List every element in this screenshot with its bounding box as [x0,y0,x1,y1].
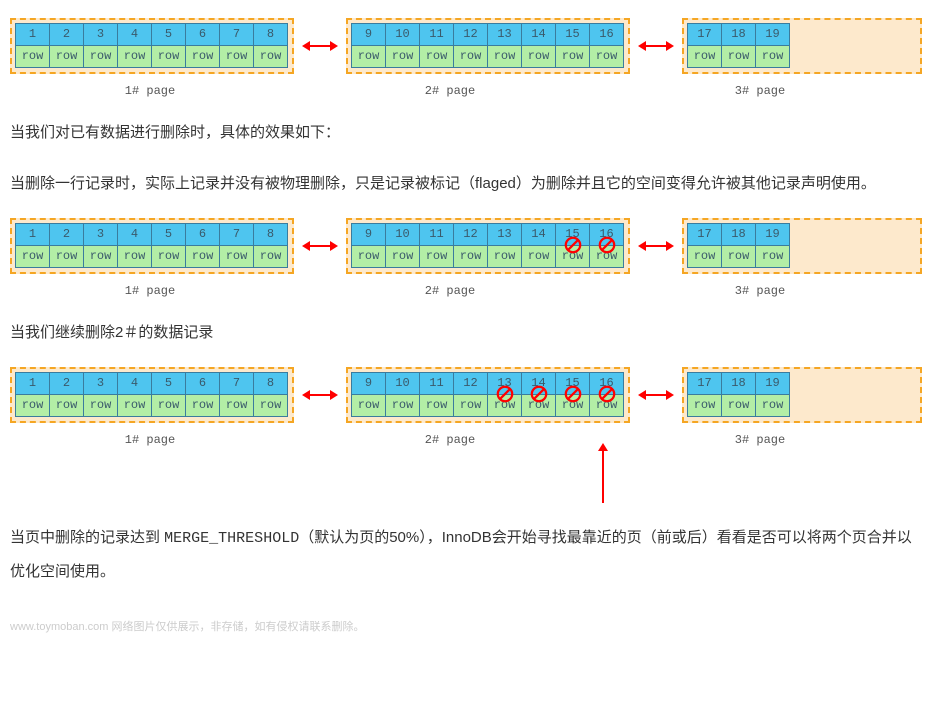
header-cell: 10 [385,23,420,46]
header-cell: 11 [419,23,454,46]
header-cell: 13 [487,23,522,46]
header-cell: 17 [687,23,722,46]
forbidden-icon [530,385,548,403]
empty-space [790,24,920,68]
data-cell: row [219,45,254,68]
data-cell: row [555,45,590,68]
page-2: 9 10 11 12 13 14 15 16 row row row row r… [346,367,630,423]
double-arrow-icon [636,39,676,53]
page-1: 1 2 3 4 5 6 7 8 row row row row row row … [10,18,294,74]
data-cell: row [721,45,756,68]
forbidden-icon [564,385,582,403]
data-cell: row [49,45,84,68]
data-cell: row [755,45,790,68]
header-cell: 14 [521,23,556,46]
forbidden-icon [598,236,616,254]
up-arrow-icon [10,443,730,503]
forbidden-icon [496,385,514,403]
page-3: 17 18 19 row row row [682,367,922,423]
header-cell: 1 [15,23,50,46]
double-arrow-icon [300,39,340,53]
forbidden-icon [564,236,582,254]
page-3: 17 18 19 row row row [682,218,922,274]
header-cell: 4 [117,23,152,46]
data-cell: row [453,45,488,68]
diagram-3: 1 2 3 4 5 6 7 8 row row row row row row … [10,367,923,423]
paragraph: 当我们对已有数据进行删除时，具体的效果如下： [10,116,923,149]
page-2: 9 10 11 12 13 14 15 16 row row row row r… [346,18,630,74]
data-cell: row [385,45,420,68]
page-label: 2# page [290,84,610,98]
header-cell: 3 [83,23,118,46]
header-cell: 8 [253,23,288,46]
data-cell: row [117,45,152,68]
data-cell: row [351,45,386,68]
data-cell: row [15,45,50,68]
empty-space [790,224,920,268]
forbidden-icon [598,385,616,403]
page-label: 3# page [610,84,910,98]
header-cell: 19 [755,23,790,46]
data-cell: row [419,45,454,68]
double-arrow-icon [300,239,340,253]
data-cell: row [487,45,522,68]
header-cell: 9 [351,23,386,46]
page-label: 1# page [10,84,290,98]
double-arrow-icon [300,388,340,402]
page-1: 1 2 3 4 5 6 7 8 row row row row row row … [10,367,294,423]
header-cell: 15 [555,23,590,46]
header-cell: 7 [219,23,254,46]
header-cell: 2 [49,23,84,46]
double-arrow-icon [636,239,676,253]
diagram-1: 1 2 3 4 5 6 7 8 row row row row row row … [10,18,923,74]
data-cell: row [185,45,220,68]
paragraph: 当页中删除的记录达到 MERGE_THRESHOLD（默认为页的50%），Inn… [10,521,923,588]
data-cell: row [589,45,624,68]
data-cell: row [83,45,118,68]
page-2: 9 10 11 12 13 14 15 16 row row row row r… [346,218,630,274]
diagram-2: 1 2 3 4 5 6 7 8 row row row row row row … [10,218,923,274]
page-1: 1 2 3 4 5 6 7 8 row row row row row row … [10,218,294,274]
paragraph: 当删除一行记录时，实际上记录并没有被物理删除，只是记录被标记（flaged）为删… [10,167,923,200]
header-cell: 16 [589,23,624,46]
header-cell: 18 [721,23,756,46]
page-3: 17 18 19 row row row [682,18,922,74]
header-cell: 5 [151,23,186,46]
double-arrow-icon [636,388,676,402]
paragraph: 当我们继续删除2＃的数据记录 [10,316,923,349]
data-cell: row [521,45,556,68]
data-cell: row [687,45,722,68]
code-text: MERGE_THRESHOLD [164,530,299,547]
data-cell: row [151,45,186,68]
data-cell: row [253,45,288,68]
watermark-text: www.toymoban.com 网络图片仅供展示，非存储，如有侵权请联系删除。 [10,618,923,634]
header-cell: 12 [453,23,488,46]
empty-space [790,373,920,417]
header-cell: 6 [185,23,220,46]
